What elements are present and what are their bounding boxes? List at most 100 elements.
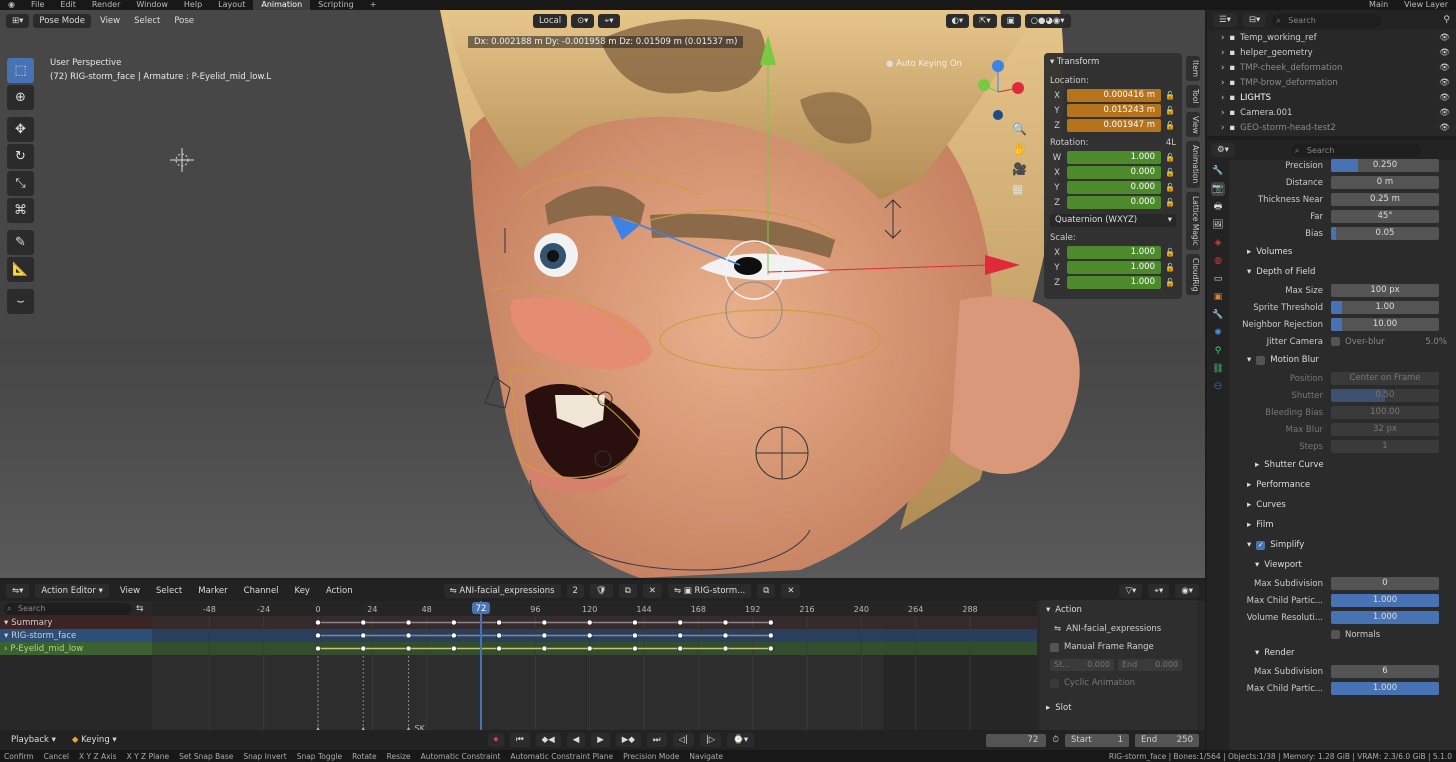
- property-field[interactable]: 0: [1331, 577, 1439, 590]
- sync-icon[interactable]: ⌚▾: [727, 733, 755, 747]
- channel-row[interactable]: ▾ RIG-storm_face: [0, 629, 152, 642]
- timeline-canvas[interactable]: -48-24024487296120144168192216240264288Z…: [152, 601, 1037, 750]
- eye-icon[interactable]: 👁: [1439, 108, 1456, 118]
- properties-editor-type-icon[interactable]: ⚙▾: [1211, 143, 1235, 157]
- eye-icon[interactable]: 👁: [1439, 93, 1456, 103]
- tab-tool[interactable]: Tool: [1186, 85, 1200, 108]
- outliner-item[interactable]: › ▪ Camera.001 👁: [1207, 105, 1456, 120]
- properties-search-input[interactable]: ⌕ Search: [1290, 143, 1421, 157]
- slot-panel-header[interactable]: ▸ Slot: [1040, 698, 1197, 718]
- expand-arrow-icon[interactable]: ›: [1221, 123, 1224, 133]
- modifier-properties-icon[interactable]: 🔧: [1211, 308, 1225, 322]
- dopesheet-editor-type-icon[interactable]: ⇋▾: [6, 583, 30, 598]
- output-properties-icon[interactable]: 🖶: [1211, 200, 1225, 214]
- expand-arrow-icon[interactable]: ›: [4, 644, 7, 654]
- outliner-item[interactable]: › ▪ LIGHTS 👁: [1207, 90, 1456, 105]
- expand-arrow-icon[interactable]: ›: [1221, 108, 1224, 118]
- camera-view-icon[interactable]: 🎥: [1012, 162, 1027, 176]
- ae-menu-key[interactable]: Key: [290, 584, 315, 598]
- tab-lattice-magic[interactable]: Lattice Magic: [1186, 191, 1200, 250]
- panel-header-shutter-curve[interactable]: ▸ Shutter Curve: [1231, 455, 1455, 475]
- panel-header-curves[interactable]: ▸ Curves: [1231, 495, 1455, 515]
- scene-selector[interactable]: Main: [1361, 0, 1396, 10]
- property-field[interactable]: 1.000: [1331, 682, 1439, 695]
- lock-icon[interactable]: 🔓: [1164, 91, 1176, 100]
- auto-keying-record-icon[interactable]: ⏺: [487, 733, 504, 747]
- menu-render[interactable]: Render: [84, 0, 128, 10]
- tab-view[interactable]: View: [1186, 111, 1200, 138]
- property-field[interactable]: 100.00: [1331, 406, 1439, 419]
- outliner-editor-type-icon[interactable]: ☰▾: [1213, 13, 1237, 27]
- unlink-slot-icon[interactable]: ✕: [781, 583, 801, 598]
- keyframe[interactable]: [768, 645, 774, 652]
- filter-icon[interactable]: ⚲: [1443, 15, 1456, 25]
- keyframe[interactable]: [360, 632, 367, 639]
- next-marker-icon[interactable]: |▷: [699, 733, 722, 747]
- blender-logo-icon[interactable]: ◉: [0, 0, 23, 10]
- data-properties-icon[interactable]: ⚇: [1211, 380, 1225, 394]
- expand-arrow-icon[interactable]: ›: [1221, 63, 1224, 73]
- eye-icon[interactable]: 👁: [1439, 123, 1456, 133]
- eye-icon[interactable]: 👁: [1439, 63, 1456, 73]
- object-properties-icon[interactable]: ▣: [1211, 290, 1225, 304]
- lock-icon[interactable]: 🔓: [1164, 106, 1176, 115]
- keyframe[interactable]: [496, 632, 502, 639]
- zoom-icon[interactable]: 🔍: [1012, 122, 1027, 136]
- outliner-item[interactable]: › ▪ GEO-storm-head-test2 👁: [1207, 120, 1456, 135]
- panel-header-viewport[interactable]: ▾ Viewport: [1231, 555, 1455, 575]
- keyframe[interactable]: [677, 619, 683, 626]
- eye-icon[interactable]: 👁: [1439, 48, 1456, 58]
- tab-layout[interactable]: Layout: [210, 0, 253, 10]
- keyframe[interactable]: [360, 645, 367, 652]
- play-reverse-icon[interactable]: ◀: [566, 733, 586, 747]
- keyframe[interactable]: [632, 619, 638, 626]
- expand-arrow-icon[interactable]: ▾: [4, 631, 8, 641]
- manual-frame-range-checkbox[interactable]: Manual Frame Range: [1040, 638, 1197, 656]
- property-check-row[interactable]: Jitter Camera Over-blur 5.0%: [1231, 333, 1455, 350]
- location-z-field[interactable]: 0.001947 m: [1067, 119, 1161, 132]
- select-box-tool-icon[interactable]: ⬚: [7, 58, 34, 83]
- ae-menu-view[interactable]: View: [115, 584, 145, 598]
- move-tool-icon[interactable]: ✥: [7, 117, 34, 142]
- menu-edit[interactable]: Edit: [52, 0, 84, 10]
- property-field[interactable]: 1: [1331, 440, 1439, 453]
- menu-view[interactable]: View: [95, 14, 125, 28]
- lock-icon[interactable]: 🔓: [1164, 121, 1176, 130]
- channel-row[interactable]: › P-Eyelid_mid_low: [0, 642, 152, 655]
- property-field[interactable]: 0 m: [1331, 176, 1439, 189]
- menu-help[interactable]: Help: [176, 0, 210, 10]
- lock-icon[interactable]: 🔓: [1164, 153, 1176, 162]
- keyframe[interactable]: [586, 645, 593, 652]
- scale-tool-icon[interactable]: ⤡: [7, 171, 34, 196]
- frame-end-field[interactable]: End 0.000: [1118, 659, 1182, 671]
- constraints-icon[interactable]: ⛓: [1211, 362, 1225, 376]
- ae-filter-icon[interactable]: ▽▾: [1119, 583, 1143, 598]
- new-action-icon[interactable]: ⧉: [618, 583, 637, 598]
- render-properties-icon[interactable]: 📷: [1211, 182, 1225, 196]
- action-selector[interactable]: ⇋ ANI-facial_expressions: [443, 583, 561, 598]
- outliner-item[interactable]: › ▪ TMP-brow_deformation 👁: [1207, 75, 1456, 90]
- keyframe[interactable]: [677, 645, 683, 652]
- keyframe[interactable]: [541, 619, 548, 626]
- editor-type-button[interactable]: ⊞▾: [6, 14, 30, 28]
- action-editor-mode-selector[interactable]: Action Editor ▾: [35, 583, 109, 598]
- 3d-viewport[interactable]: ⊞▾ Pose Mode View Select Pose Local ⊙▾ ⌖…: [0, 10, 1205, 578]
- expand-arrow-icon[interactable]: ▾: [4, 618, 8, 628]
- cyclic-animation-checkbox[interactable]: Cyclic Animation: [1040, 674, 1197, 692]
- lock-icon[interactable]: 🔓: [1164, 278, 1176, 287]
- jump-start-icon[interactable]: ⏮: [509, 733, 530, 747]
- panel-header-motion-blur[interactable]: ▾ Motion Blur: [1231, 350, 1455, 370]
- rotation-mode-dropdown[interactable]: Quaternion (WXYZ) ▾: [1050, 214, 1176, 227]
- property-field[interactable]: 0.05: [1331, 227, 1439, 240]
- ae-proportional-icon[interactable]: ◉▾: [1175, 583, 1199, 598]
- keying-menu[interactable]: ◆ Keying ▾: [67, 733, 122, 747]
- keyframe[interactable]: [541, 645, 548, 652]
- keyframe[interactable]: [632, 632, 638, 639]
- panel-header-performance[interactable]: ▸ Performance: [1231, 475, 1455, 495]
- lock-icon[interactable]: 🔓: [1164, 263, 1176, 272]
- tool-settings-icon[interactable]: 🔧: [1211, 164, 1225, 178]
- expand-arrow-icon[interactable]: ›: [1221, 78, 1224, 88]
- scene-properties-icon[interactable]: ◈: [1211, 236, 1225, 250]
- keyframe[interactable]: [677, 632, 683, 639]
- property-field[interactable]: 0.250: [1331, 159, 1439, 172]
